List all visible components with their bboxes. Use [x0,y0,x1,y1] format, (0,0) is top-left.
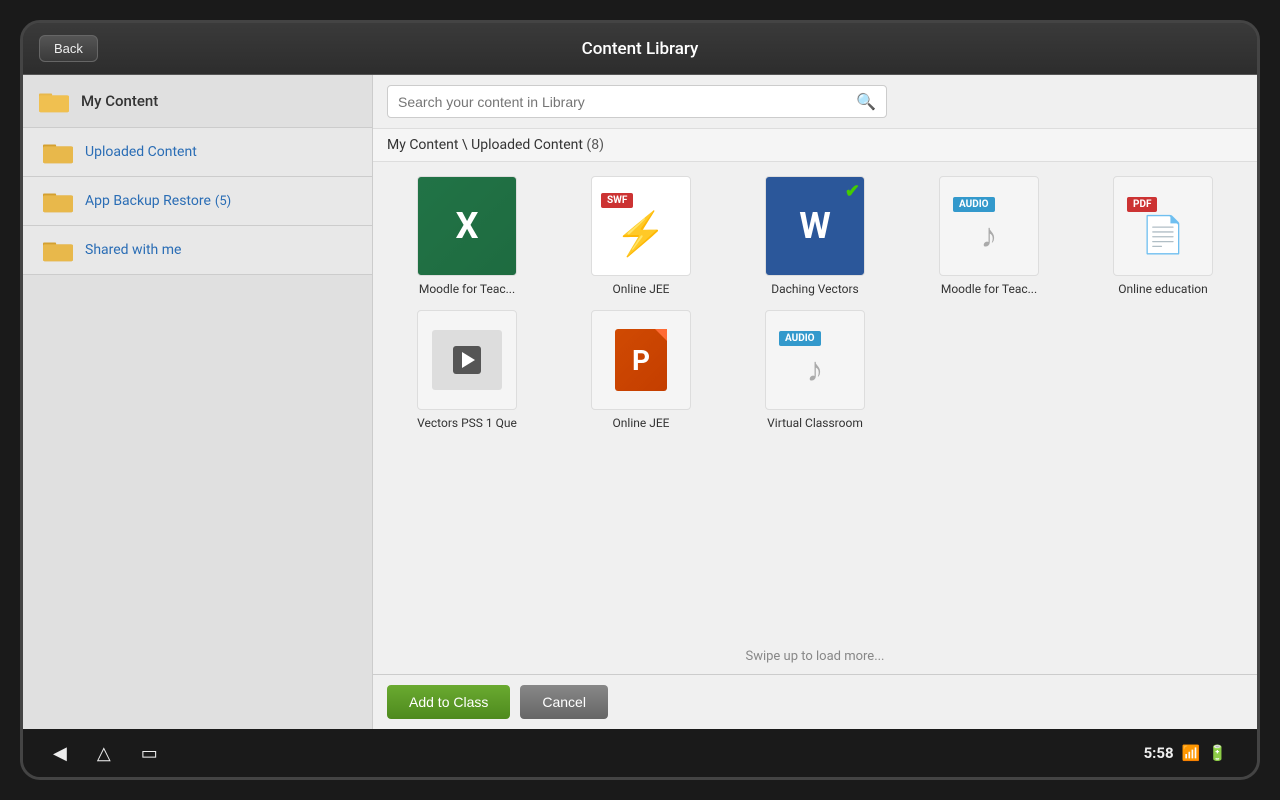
list-item[interactable]: AUDIO ♪ Moodle for Teac... [909,176,1069,296]
nav-icons: ◀ △ ▭ [53,743,158,764]
item-label: Vectors PSS 1 Que [417,416,517,430]
sidebar-item-backup-count: (5) [215,194,231,209]
search-input[interactable] [398,94,856,110]
battery-icon: 🔋 [1208,744,1227,762]
swipe-hint: Swipe up to load more... [373,639,1257,674]
item-label: Moodle for Teac... [941,282,1037,296]
item-thumbnail: AUDIO ♪ [939,176,1039,276]
checkmark-icon: ✔ [845,181,860,202]
flash-icon: ⚡ [615,210,667,259]
home-nav-icon[interactable]: △ [97,743,111,764]
breadcrumb-path: My Content \ Uploaded Content [387,137,583,153]
item-label: Virtual Classroom [767,416,863,430]
content-panel: 🔍 My Content \ Uploaded Content (8) X Mo… [373,75,1257,729]
search-bar: 🔍 [373,75,1257,129]
time-display: 5:58 [1144,744,1174,762]
item-thumbnail: X [417,176,517,276]
pdf-icon: 📄 [1141,214,1186,256]
recents-nav-icon[interactable]: ▭ [141,743,158,764]
item-label: Online JEE [613,282,670,296]
list-item[interactable]: P Online JEE [561,310,721,430]
back-nav-icon[interactable]: ◀ [53,743,67,764]
item-label: Online JEE [613,416,670,430]
main-area: My Content Uploaded Content App Backup R… [23,75,1257,729]
items-grid: X Moodle for Teac... SWF ⚡ Online JEE [373,162,1257,639]
item-thumbnail: P [591,310,691,410]
item-thumbnail: AUDIO ♪ [765,310,865,410]
sidebar-item-uploaded[interactable]: Uploaded Content [23,128,372,177]
play-icon [453,346,481,374]
folder-icon-backup [43,189,73,213]
film-strip [432,330,502,390]
sidebar-my-content: My Content [23,75,372,128]
android-nav-bar: ◀ △ ▭ 5:58 📶 🔋 [23,729,1257,777]
music-icon: ♪ [981,216,998,256]
list-item[interactable]: PDF 📄 Online education [1083,176,1243,296]
search-icon: 🔍 [856,92,876,111]
item-thumbnail: PDF 📄 [1113,176,1213,276]
page-title: Content Library [582,39,699,59]
sidebar-item-shared[interactable]: Shared with me [23,226,372,275]
item-label: Daching Vectors [771,282,859,296]
list-item[interactable]: AUDIO ♪ Virtual Classroom [735,310,895,430]
item-thumbnail: W ✔ [765,176,865,276]
breadcrumb-count: (8) [586,137,604,153]
my-content-label: My Content [81,92,158,110]
back-button[interactable]: Back [39,35,98,62]
sidebar-item-backup-label: App Backup Restore [85,193,211,209]
top-bar: Back Content Library [23,23,1257,75]
cancel-button[interactable]: Cancel [520,685,608,719]
folder-icon-mycontent [39,89,69,113]
status-bar-right: 5:58 📶 🔋 [1144,744,1227,762]
item-thumbnail: SWF ⚡ [591,176,691,276]
breadcrumb: My Content \ Uploaded Content (8) [373,129,1257,162]
folder-icon-uploaded [43,140,73,164]
item-label: Moodle for Teac... [419,282,515,296]
audio-badge: AUDIO [953,197,995,212]
wifi-icon: 📶 [1182,744,1201,762]
list-item[interactable]: X Moodle for Teac... [387,176,547,296]
list-item[interactable]: W ✔ Daching Vectors [735,176,895,296]
sidebar-item-uploaded-label: Uploaded Content [85,144,197,160]
folder-icon-shared [43,238,73,262]
list-item[interactable]: Vectors PSS 1 Que [387,310,547,430]
search-input-wrapper[interactable]: 🔍 [387,85,887,118]
item-label: Online education [1118,282,1208,296]
add-to-class-button[interactable]: Add to Class [387,685,510,719]
list-item[interactable]: SWF ⚡ Online JEE [561,176,721,296]
tablet-frame: Back Content Library My Content Uplo [20,20,1260,780]
sidebar-item-backup[interactable]: App Backup Restore (5) [23,177,372,226]
bottom-bar: Add to Class Cancel [373,674,1257,729]
sidebar: My Content Uploaded Content App Backup R… [23,75,373,729]
music-icon-2: ♪ [807,350,824,390]
sidebar-item-shared-label: Shared with me [85,242,181,258]
item-thumbnail [417,310,517,410]
audio-badge-2: AUDIO [779,331,821,346]
